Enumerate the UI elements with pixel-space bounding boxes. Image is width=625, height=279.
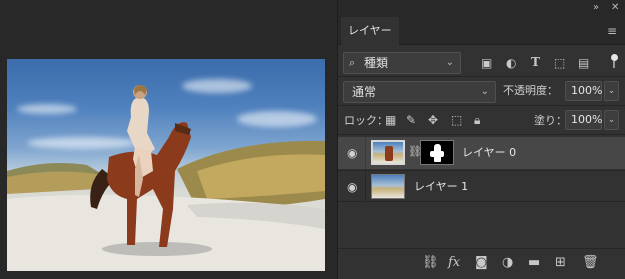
new-adjustment-layer-icon[interactable]: ◑	[502, 256, 513, 270]
add-mask-icon[interactable]: ◙	[475, 256, 488, 270]
document-image[interactable]	[7, 59, 325, 271]
horse-and-rider	[90, 85, 212, 256]
divider	[338, 105, 625, 106]
document-canvas-area[interactable]	[0, 0, 336, 279]
lock-all-icon[interactable]: 🔒︎	[474, 113, 480, 127]
delete-layer-icon[interactable]: 🗑︎	[582, 256, 599, 270]
panel-tab-bar: レイヤー	[338, 17, 625, 45]
close-panel-icon[interactable]: ✕	[611, 2, 619, 14]
link-layers-icon[interactable]: ⛓	[422, 256, 439, 270]
layer-mask-thumbnail[interactable]	[420, 140, 454, 165]
opacity-slider-toggle[interactable]: ⌄	[604, 81, 619, 101]
divider	[338, 134, 625, 135]
fill-slider-toggle[interactable]: ⌄	[604, 110, 619, 130]
new-group-icon[interactable]: ▬	[528, 256, 540, 270]
layer-row-layer-0[interactable]: ◉ ⛓ レイヤー 0	[338, 137, 625, 169]
lock-label: ロック：	[344, 114, 388, 127]
smart-object-filter-icon[interactable]: ▤	[578, 56, 589, 70]
layer-row-layer-1[interactable]: ◉ レイヤー 1	[338, 170, 625, 203]
lock-artboard-icon[interactable]: ⬚	[451, 113, 462, 127]
blend-mode-label: 通常	[352, 85, 377, 99]
layer-thumbnail[interactable]	[371, 140, 405, 165]
chevron-down-icon: ⌄	[445, 57, 454, 68]
fx-icon[interactable]: fx	[448, 256, 460, 270]
layer-thumbnail[interactable]	[371, 174, 405, 199]
divider	[338, 76, 625, 77]
visibility-eye-icon[interactable]: ◉	[347, 180, 357, 194]
chevron-down-icon: ⌄	[480, 86, 489, 97]
filter-toggle-icon[interactable]	[610, 54, 618, 68]
adjustment-filter-icon[interactable]: ◐	[506, 56, 516, 70]
new-layer-icon[interactable]: ⊞	[555, 256, 566, 270]
layer-name[interactable]: レイヤー 0	[462, 146, 516, 160]
visibility-eye-icon[interactable]: ◉	[347, 146, 357, 160]
filter-kind-dropdown[interactable]: ⌕ 種類 ⌄	[343, 52, 461, 74]
search-icon: ⌕	[349, 56, 356, 69]
lock-position-icon[interactable]: ✥	[428, 113, 438, 127]
type-filter-icon[interactable]: T	[531, 55, 540, 69]
layers-bottom-bar: ⛓ fx ◙ ◑ ▬ ⊞ 🗑︎	[338, 248, 625, 279]
image-filter-icon[interactable]: ▣	[481, 56, 492, 70]
blend-mode-dropdown[interactable]: 通常 ⌄	[343, 81, 496, 103]
opacity-label: 不透明度：	[503, 84, 558, 97]
collapse-panel-icon[interactable]: »	[593, 2, 599, 14]
fill-label: 塗り：	[534, 114, 567, 127]
filter-kind-label: 種類	[364, 56, 389, 70]
shape-filter-icon[interactable]: ⬚	[554, 56, 565, 70]
lock-transparent-pixels-icon[interactable]: ▦	[385, 113, 396, 127]
layers-panel: » ✕ レイヤー ≡ ⌕ 種類 ⌄ ▣ ◐ T ⬚ ▤ 通常 ⌄ 不透明度： 1…	[337, 0, 625, 279]
tab-layers[interactable]: レイヤー	[341, 17, 399, 45]
fill-input[interactable]: 100%	[565, 110, 602, 130]
lock-image-pixels-icon[interactable]: ✎	[406, 113, 416, 127]
opacity-input[interactable]: 100%	[565, 81, 602, 101]
panel-title-bar: » ✕	[338, 0, 625, 17]
panel-menu-icon[interactable]: ≡	[607, 25, 617, 37]
layer-name[interactable]: レイヤー 1	[414, 180, 468, 194]
